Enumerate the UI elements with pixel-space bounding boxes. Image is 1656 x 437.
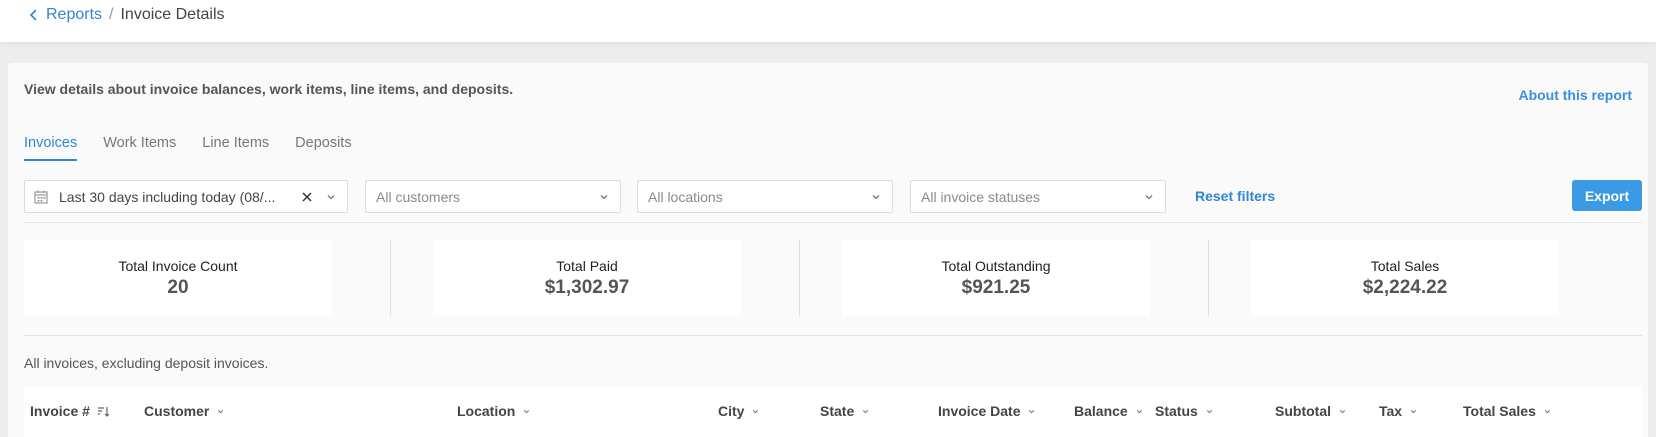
chevron-down-icon	[863, 409, 869, 413]
tab-deposits[interactable]: Deposits	[295, 135, 351, 161]
page-title: Invoice Details	[120, 6, 225, 23]
column-label: Location	[457, 403, 516, 419]
chevron-down-icon	[218, 409, 224, 413]
column-header-city[interactable]: City	[718, 403, 760, 419]
divider	[24, 335, 1642, 336]
close-icon[interactable]	[301, 191, 313, 203]
chevron-down-icon	[1136, 409, 1142, 413]
date-range-value: Last 30 days including today (08/...	[59, 188, 276, 205]
column-label: Invoice #	[30, 403, 90, 419]
column-label: Status	[1155, 403, 1198, 419]
column-header-state[interactable]: State	[820, 403, 870, 419]
filter-bar: Last 30 days including today (08/... All…	[24, 180, 1642, 213]
column-header-tax[interactable]: Tax	[1379, 403, 1418, 419]
locations-filter-placeholder: All locations	[648, 188, 723, 205]
chevron-down-icon	[1410, 409, 1417, 413]
export-button[interactable]: Export	[1572, 180, 1642, 211]
column-header-customer[interactable]: Customer	[144, 403, 225, 419]
tab-line-items[interactable]: Line Items	[202, 135, 269, 161]
chevron-down-icon	[327, 194, 335, 199]
column-header-total-sales[interactable]: Total Sales	[1463, 403, 1552, 419]
stat-total-invoice-count: Total Invoice Count 20	[24, 240, 332, 316]
chevron-down-icon	[872, 194, 880, 199]
stat-separator	[799, 240, 800, 316]
stat-value: 20	[167, 277, 189, 298]
breadcrumb-back-link[interactable]: Reports	[28, 6, 102, 24]
column-header-subtotal[interactable]: Subtotal	[1275, 403, 1347, 419]
column-header-status[interactable]: Status	[1155, 403, 1214, 419]
stat-value: $2,224.22	[1362, 277, 1448, 298]
stat-label: Total Outstanding	[941, 258, 1051, 274]
stat-value: $1,302.97	[544, 277, 630, 298]
sort-icon[interactable]	[97, 405, 110, 418]
column-label: Balance	[1074, 403, 1128, 419]
report-description: View details about invoice balances, wor…	[24, 81, 514, 97]
customers-filter-placeholder: All customers	[376, 188, 461, 205]
chevron-down-icon	[1206, 409, 1212, 413]
customers-filter[interactable]: All customers	[365, 180, 621, 213]
report-panel: View details about invoice balances, wor…	[8, 63, 1648, 437]
stat-total-outstanding: Total Outstanding $921.25	[842, 240, 1150, 316]
invoice-status-filter-placeholder: All invoice statuses	[921, 188, 1041, 205]
column-label: Invoice Date	[938, 403, 1021, 419]
report-tabs: Invoices Work Items Line Items Deposits	[24, 135, 352, 161]
column-label: Total Sales	[1463, 403, 1536, 419]
calendar-icon	[34, 190, 48, 204]
column-label: State	[820, 403, 855, 419]
column-label: Customer	[144, 403, 210, 419]
stat-total-paid: Total Paid $1,302.97	[433, 240, 741, 316]
stat-value: $921.25	[961, 277, 1031, 298]
chevron-down-icon	[753, 409, 759, 413]
breadcrumb: Reports / Invoice Details	[28, 4, 225, 26]
column-label: Subtotal	[1275, 403, 1331, 419]
column-label: City	[718, 403, 745, 419]
about-report-link[interactable]: About this report	[1518, 87, 1632, 103]
date-range-filter[interactable]: Last 30 days including today (08/...	[24, 180, 348, 213]
chevron-down-icon	[1339, 409, 1346, 413]
chevron-left-icon	[29, 9, 37, 21]
table-note: All invoices, excluding deposit invoices…	[24, 355, 269, 371]
chevron-down-icon	[1029, 409, 1035, 413]
tab-work-items[interactable]: Work Items	[103, 135, 176, 161]
column-label: Tax	[1379, 403, 1403, 419]
invoice-table-header: Invoice # Customer Location City State I…	[24, 387, 1642, 437]
stat-separator	[390, 240, 391, 316]
stat-label: Total Sales	[1370, 258, 1440, 274]
tab-invoices[interactable]: Invoices	[24, 135, 78, 161]
divider	[24, 222, 1642, 223]
breadcrumb-separator: /	[109, 6, 114, 23]
chevron-down-icon	[524, 409, 530, 413]
locations-filter[interactable]: All locations	[637, 180, 893, 213]
reset-filters-link[interactable]: Reset filters	[1195, 188, 1275, 204]
invoice-status-filter[interactable]: All invoice statuses	[910, 180, 1166, 213]
column-header-invoice-date[interactable]: Invoice Date	[938, 403, 1036, 419]
column-header-location[interactable]: Location	[457, 403, 531, 419]
stat-label: Total Invoice Count	[118, 258, 238, 274]
column-header-invoice-number[interactable]: Invoice #	[30, 403, 110, 419]
stat-label: Total Paid	[556, 258, 618, 274]
top-bar: Reports / Invoice Details	[0, 0, 1656, 42]
chevron-down-icon	[1145, 194, 1153, 199]
breadcrumb-parent[interactable]: Reports	[46, 6, 102, 24]
stat-separator	[1208, 240, 1209, 316]
column-header-balance[interactable]: Balance	[1074, 403, 1144, 419]
stat-total-sales: Total Sales $2,224.22	[1251, 240, 1559, 316]
chevron-down-icon	[1544, 409, 1551, 413]
chevron-down-icon	[600, 194, 608, 199]
